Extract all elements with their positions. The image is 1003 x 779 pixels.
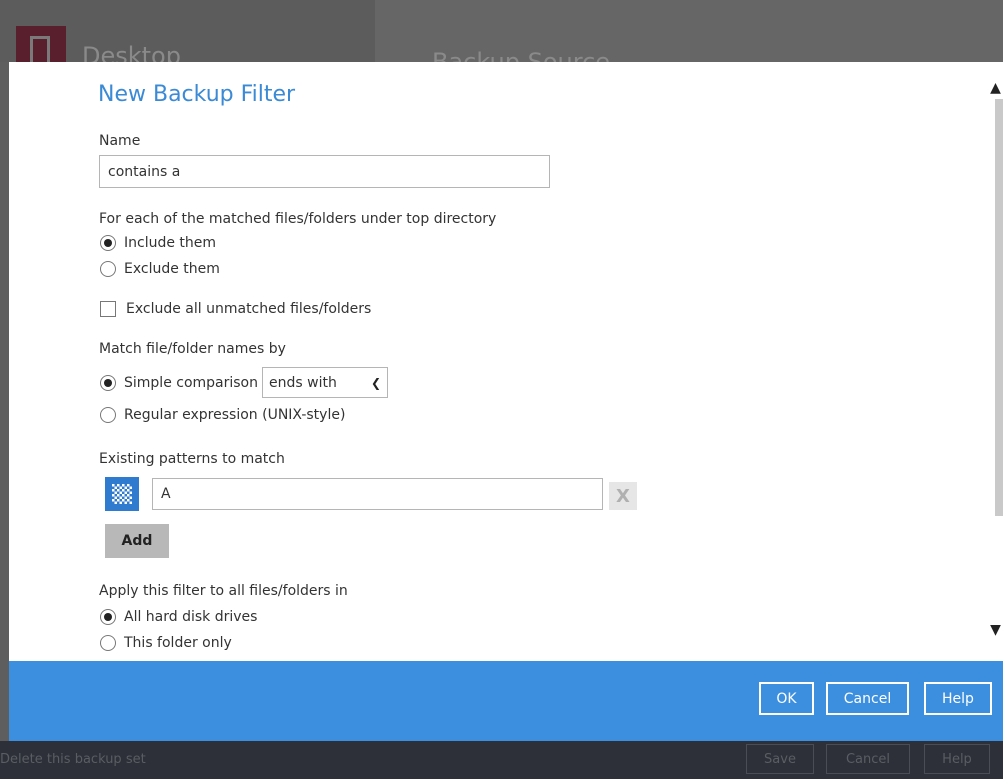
exclude-unmatched-option[interactable]: Exclude all unmatched files/folders: [100, 301, 371, 317]
pattern-input[interactable]: A: [152, 478, 603, 510]
this-folder-option[interactable]: This folder only: [100, 635, 232, 651]
dialog-scrollbar[interactable]: ▲ ▼: [988, 62, 1003, 661]
name-input[interactable]: [99, 155, 550, 188]
all-drives-radio[interactable]: [100, 609, 116, 625]
include-them-label: Include them: [124, 235, 217, 251]
comparison-select-value: ends with: [269, 374, 337, 391]
background-help-button: Help: [924, 744, 990, 774]
chevron-up-icon[interactable]: ▲: [988, 80, 1003, 100]
regex-label: Regular expression (UNIX-style): [124, 407, 346, 423]
cancel-button[interactable]: Cancel: [826, 682, 909, 715]
chevron-down-icon[interactable]: ▼: [988, 622, 1003, 642]
comparison-select[interactable]: ends with ❮: [262, 367, 388, 398]
exclude-unmatched-checkbox[interactable]: [100, 301, 116, 317]
close-icon: X: [616, 485, 630, 507]
help-button[interactable]: Help: [924, 682, 992, 715]
include-them-radio[interactable]: [100, 235, 116, 251]
dialog-footer: OK Cancel Help: [9, 661, 1003, 741]
all-drives-option[interactable]: All hard disk drives: [100, 609, 257, 625]
name-label: Name: [99, 133, 141, 149]
match-by-label: Match file/folder names by: [99, 341, 286, 357]
add-pattern-button[interactable]: Add: [105, 524, 169, 558]
ok-button[interactable]: OK: [759, 682, 814, 715]
background-cancel-button: Cancel: [826, 744, 910, 774]
pattern-value: A: [161, 486, 171, 502]
all-drives-label: All hard disk drives: [124, 609, 258, 625]
matched-files-label: For each of the matched files/folders un…: [99, 211, 497, 227]
document-icon: [16, 26, 66, 62]
include-them-option[interactable]: Include them: [100, 235, 216, 251]
background-save-button: Save: [746, 744, 814, 774]
this-folder-radio[interactable]: [100, 635, 116, 651]
dialog-body: New Backup Filter Name For each of the m…: [9, 62, 1003, 661]
new-backup-filter-dialog: New Backup Filter Name For each of the m…: [9, 62, 1003, 741]
exclude-unmatched-label: Exclude all unmatched files/folders: [126, 301, 372, 317]
exclude-them-option[interactable]: Exclude them: [100, 261, 220, 277]
simple-comparison-option[interactable]: Simple comparison ends with ❮: [100, 367, 388, 398]
patterns-label: Existing patterns to match: [99, 451, 285, 467]
chevron-down-icon: ❮: [370, 375, 381, 390]
exclude-them-label: Exclude them: [124, 261, 220, 277]
delete-backup-set-link: Delete this backup set: [0, 752, 146, 767]
exclude-them-radio[interactable]: [100, 261, 116, 277]
remove-pattern-button[interactable]: X: [609, 482, 637, 510]
checkerboard-pattern-icon[interactable]: [105, 477, 139, 511]
simple-comparison-label: Simple comparison: [124, 374, 258, 391]
apply-filter-label: Apply this filter to all files/folders i…: [99, 583, 348, 599]
regex-radio[interactable]: [100, 407, 116, 423]
simple-comparison-radio[interactable]: [100, 374, 116, 391]
this-folder-label: This folder only: [124, 635, 232, 651]
regex-option[interactable]: Regular expression (UNIX-style): [100, 407, 345, 423]
scrollbar-thumb[interactable]: [995, 99, 1003, 516]
dialog-title: New Backup Filter: [98, 82, 296, 107]
